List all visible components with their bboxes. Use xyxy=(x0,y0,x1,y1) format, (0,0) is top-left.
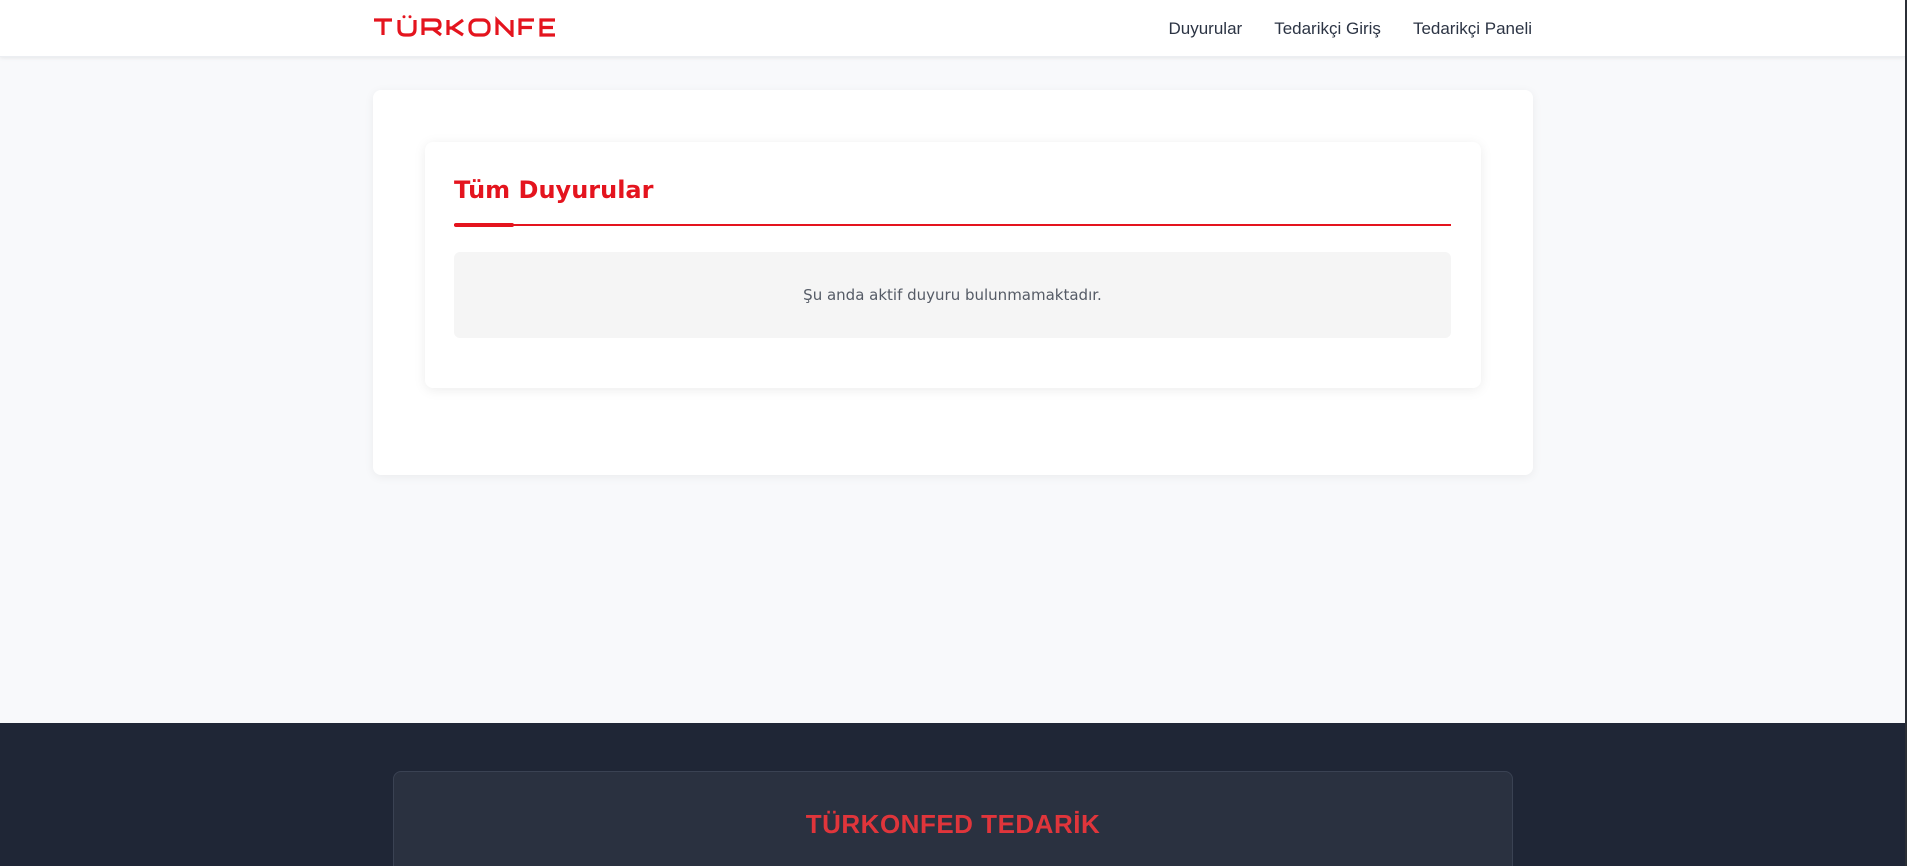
nav-link-tedarikci-paneli[interactable]: Tedarikçi Paneli xyxy=(1413,19,1532,39)
footer-title: TÜRKONFED TEDARİK xyxy=(805,809,1101,839)
empty-state: Şu anda aktif duyuru bulunmamaktadır. xyxy=(454,252,1451,338)
title-accent-bar xyxy=(454,223,514,227)
turkonfed-logo[interactable] xyxy=(372,14,560,38)
empty-state-message: Şu anda aktif duyuru bulunmamaktadır. xyxy=(803,286,1102,304)
footer: TÜRKONFED TEDARİK xyxy=(0,723,1905,866)
page-title: Tüm Duyurular xyxy=(454,176,654,204)
top-navbar: Duyurular Tedarikçi Giriş Tedarikçi Pane… xyxy=(0,0,1905,57)
title-divider xyxy=(454,224,1451,226)
nav-link-tedarikci-giris[interactable]: Tedarikçi Giriş xyxy=(1274,19,1381,39)
content-card: Tüm Duyurular Şu anda aktif duyuru bulun… xyxy=(373,90,1533,475)
main-nav: Duyurular Tedarikçi Giriş Tedarikçi Pane… xyxy=(1168,0,1532,57)
nav-link-duyurular[interactable]: Duyurular xyxy=(1168,19,1242,39)
page: Duyurular Tedarikçi Giriş Tedarikçi Pane… xyxy=(0,0,1905,866)
logo-wordmark xyxy=(374,15,555,37)
announcements-panel: Tüm Duyurular Şu anda aktif duyuru bulun… xyxy=(425,142,1481,388)
footer-card: TÜRKONFED TEDARİK xyxy=(393,771,1513,866)
